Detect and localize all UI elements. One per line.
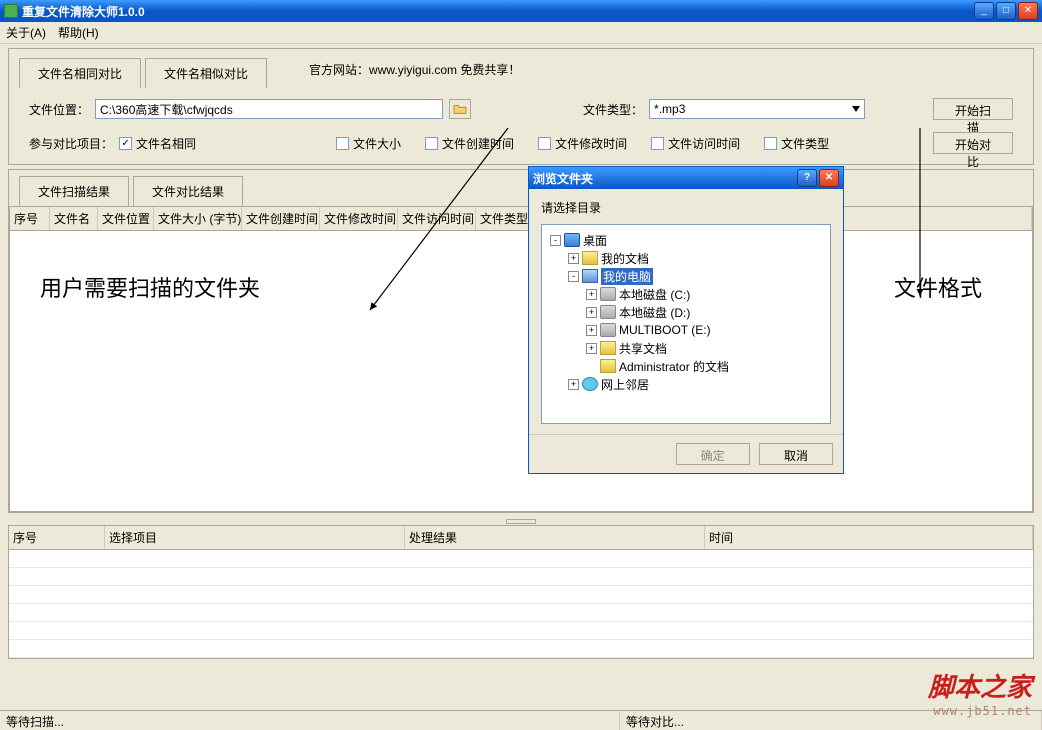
titlebar: 重复文件清除大师1.0.0 _ □ ✕ — [0, 0, 1042, 22]
menu-help[interactable]: 帮助(H) — [58, 24, 99, 41]
lower-table-body — [9, 550, 1033, 658]
disk-icon — [600, 287, 616, 301]
col-index[interactable]: 序号 — [10, 207, 50, 230]
tree-mycomputer[interactable]: 我的电脑 — [601, 268, 653, 285]
dialog-cancel-button[interactable]: 取消 — [759, 443, 833, 465]
folder-tree[interactable]: - 桌面 + 我的文档 - 我的电脑 + 本地磁盘 (C:) + 本地磁盘 (D:) + M… — [541, 224, 831, 424]
browse-button[interactable] — [449, 99, 471, 119]
annotation-right: 文件格式 — [894, 271, 982, 303]
tree-shared[interactable]: 共享文档 — [619, 340, 667, 357]
col-atime[interactable]: 文件访问时间 — [398, 207, 476, 230]
tab-scan-results[interactable]: 文件扫描结果 — [19, 176, 129, 206]
expand-icon[interactable]: + — [586, 343, 597, 354]
expand-icon[interactable]: - — [568, 271, 579, 282]
location-label: 文件位置： — [29, 101, 89, 118]
watermark-text: 脚本之家 — [928, 667, 1032, 704]
computer-icon — [582, 269, 598, 283]
expand-icon[interactable]: + — [586, 325, 597, 336]
tree-diskc[interactable]: 本地磁盘 (C:) — [619, 286, 690, 303]
tree-multiboot[interactable]: MULTIBOOT (E:) — [619, 323, 711, 337]
app-icon — [4, 4, 18, 18]
tree-admindoc[interactable]: Administrator 的文档 — [619, 358, 729, 375]
check-ctime[interactable]: 文件创建时间 — [425, 135, 514, 152]
tree-diskd[interactable]: 本地磁盘 (D:) — [619, 304, 690, 321]
dialog-title: 浏览文件夹 — [533, 170, 797, 187]
status-left: 等待扫描... — [0, 711, 620, 730]
menu-about[interactable]: 关于(A) — [6, 24, 46, 41]
col-ctime[interactable]: 文件创建时间 — [242, 207, 320, 230]
annotation-left: 用户需要扫描的文件夹 — [40, 271, 260, 303]
tab-same-name[interactable]: 文件名相同对比 — [19, 58, 141, 88]
check-size[interactable]: 文件大小 — [336, 135, 401, 152]
expand-icon[interactable]: - — [550, 235, 561, 246]
expand-icon[interactable]: + — [568, 379, 579, 390]
lcol-result[interactable]: 处理结果 — [405, 526, 705, 550]
expand-icon[interactable]: + — [568, 253, 579, 264]
window-title: 重复文件清除大师1.0.0 — [22, 3, 974, 20]
tree-network[interactable]: 网上邻居 — [601, 376, 649, 393]
folder-icon — [600, 341, 616, 355]
col-location[interactable]: 文件位置 — [98, 207, 154, 230]
maximize-button[interactable]: □ — [996, 2, 1016, 20]
col-size[interactable]: 文件大小 (字节) — [154, 207, 242, 230]
dialog-instruction: 请选择目录 — [541, 199, 831, 216]
compare-items-label: 参与对比项目： — [29, 135, 113, 152]
minimize-button[interactable]: _ — [974, 2, 994, 20]
type-value: *.mp3 — [654, 102, 685, 116]
tree-desktop[interactable]: 桌面 — [583, 232, 607, 249]
network-icon — [582, 377, 598, 391]
type-combo[interactable]: *.mp3 — [649, 99, 865, 119]
results-panel: 文件扫描结果 文件对比结果 序号 文件名 文件位置 文件大小 (字节) 文件创建… — [8, 169, 1034, 513]
browse-folder-dialog: 浏览文件夹 ? ✕ 请选择目录 - 桌面 + 我的文档 - 我的电脑 + 本地磁盘 (C… — [528, 166, 844, 474]
check-type[interactable]: 文件类型 — [764, 135, 829, 152]
watermark: 脚本之家 www.jb51.net — [928, 667, 1032, 718]
official-site-text: 官方网站：www.yiyigui.com 免费共享！ — [281, 49, 520, 88]
folder-icon — [453, 103, 467, 115]
config-panel: 文件名相同对比 文件名相似对比 官方网站：www.yiyigui.com 免费共… — [8, 48, 1034, 165]
start-scan-button[interactable]: 开始扫描 — [933, 98, 1013, 120]
menubar: 关于(A) 帮助(H) — [0, 22, 1042, 44]
check-atime[interactable]: 文件访问时间 — [651, 135, 740, 152]
disk-icon — [600, 323, 616, 337]
watermark-url: www.jb51.net — [928, 704, 1032, 718]
close-button[interactable]: ✕ — [1018, 2, 1038, 20]
lcol-time[interactable]: 时间 — [705, 526, 1033, 550]
disk-icon — [600, 305, 616, 319]
chevron-down-icon — [852, 106, 860, 112]
tree-mydocs[interactable]: 我的文档 — [601, 250, 649, 267]
results-table-body: 用户需要扫描的文件夹 文件格式 — [10, 231, 1032, 511]
check-mtime[interactable]: 文件修改时间 — [538, 135, 627, 152]
tab-similar-name[interactable]: 文件名相似对比 — [145, 58, 267, 88]
results-table-header: 序号 文件名 文件位置 文件大小 (字节) 文件创建时间 文件修改时间 文件访问… — [10, 207, 1032, 231]
col-mtime[interactable]: 文件修改时间 — [320, 207, 398, 230]
lower-table: 序号 选择项目 处理结果 时间 — [8, 525, 1034, 659]
check-name[interactable]: ✓文件名相同 — [119, 135, 196, 152]
desktop-icon — [564, 233, 580, 247]
location-input[interactable] — [95, 99, 443, 119]
lcol-select[interactable]: 选择项目 — [105, 526, 405, 550]
statusbar: 等待扫描... 等待对比... — [0, 710, 1042, 730]
dialog-ok-button[interactable]: 确定 — [676, 443, 750, 465]
expand-icon[interactable]: + — [586, 289, 597, 300]
folder-icon — [582, 251, 598, 265]
start-compare-button[interactable]: 开始对比 — [933, 132, 1013, 154]
dialog-help-button[interactable]: ? — [797, 169, 817, 187]
expand-icon[interactable]: + — [586, 307, 597, 318]
lcol-index[interactable]: 序号 — [9, 526, 105, 550]
tab-compare-results[interactable]: 文件对比结果 — [133, 176, 243, 206]
folder-icon — [600, 359, 616, 373]
dialog-close-button[interactable]: ✕ — [819, 169, 839, 187]
col-name[interactable]: 文件名 — [50, 207, 98, 230]
type-label: 文件类型： — [583, 101, 643, 118]
splitter[interactable] — [8, 517, 1034, 525]
